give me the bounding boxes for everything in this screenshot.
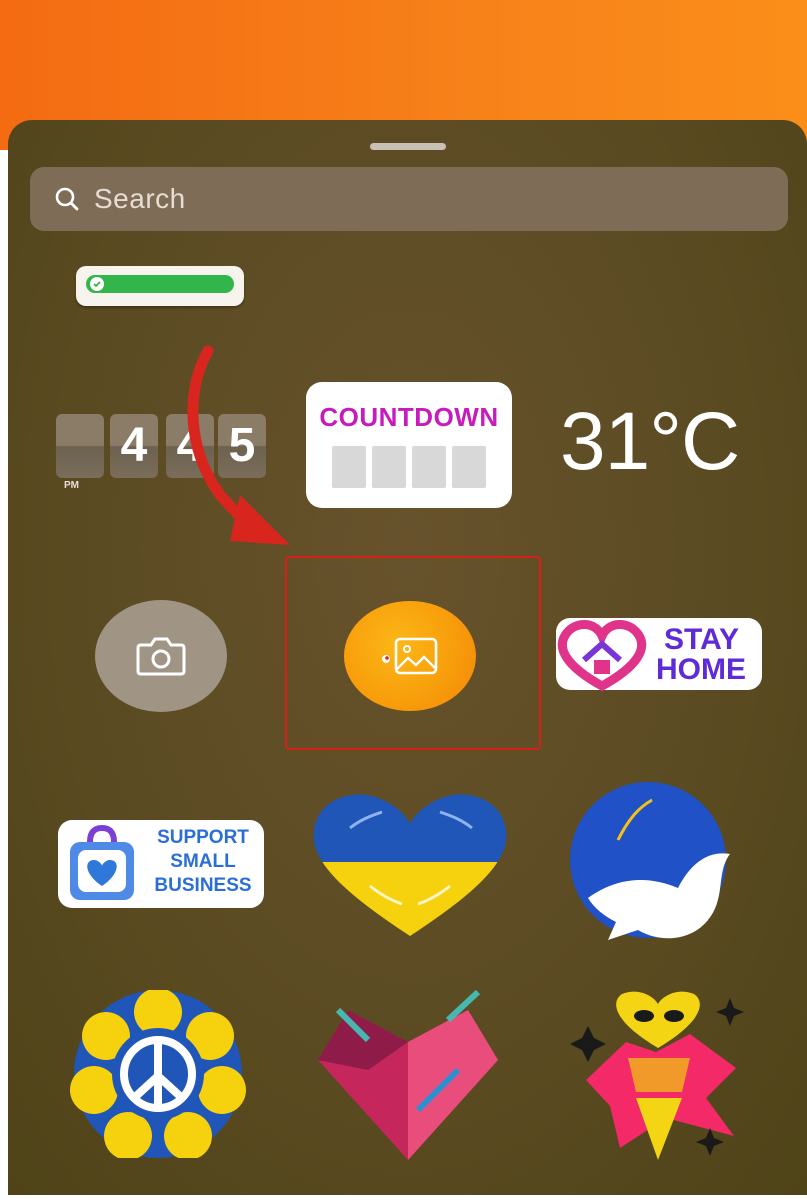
- peace-flower-sticker[interactable]: [60, 990, 256, 1158]
- time-digit: 4: [110, 414, 158, 478]
- stay-home-line1: STAY: [664, 623, 740, 656]
- countdown-slot: [332, 446, 366, 488]
- stay-home-line2: HOME: [656, 653, 746, 686]
- ukraine-heart-sticker[interactable]: [310, 790, 510, 940]
- support-line1: SUPPORT: [157, 827, 249, 848]
- stay-home-sticker[interactable]: STAY HOME: [556, 614, 762, 694]
- camera-sticker[interactable]: [95, 600, 227, 712]
- countdown-slot: [452, 446, 486, 488]
- search-icon: [55, 187, 79, 211]
- support-line3: BUSINESS: [154, 875, 252, 896]
- search-input[interactable]: Search: [94, 183, 186, 215]
- abstract-face-sticker[interactable]: [566, 988, 756, 1164]
- search-bar[interactable]: Search: [30, 167, 788, 231]
- countdown-slot: [372, 446, 406, 488]
- time-digit-blank: PM: [56, 414, 104, 491]
- slider-track: [86, 275, 234, 293]
- geometric-heart-sticker[interactable]: [308, 990, 508, 1166]
- camera-icon: [136, 637, 186, 676]
- arrow-annotation: [187, 345, 290, 545]
- countdown-sticker[interactable]: COUNTDOWN: [306, 382, 512, 508]
- countdown-label: COUNTDOWN: [319, 402, 499, 432]
- poll-slider-sticker[interactable]: [76, 266, 244, 306]
- time-period: PM: [64, 480, 79, 491]
- support-line2: SMALL: [170, 851, 236, 872]
- check-icon: [90, 277, 104, 291]
- image-icon: [382, 637, 438, 675]
- support-small-business-sticker[interactable]: SUPPORT SMALL BUSINESS: [58, 820, 264, 908]
- temperature-sticker[interactable]: 31°C: [560, 395, 740, 489]
- drag-handle[interactable]: [370, 143, 446, 150]
- countdown-slot: [412, 446, 446, 488]
- photo-sticker[interactable]: [344, 601, 476, 711]
- dove-sticker[interactable]: [558, 780, 758, 950]
